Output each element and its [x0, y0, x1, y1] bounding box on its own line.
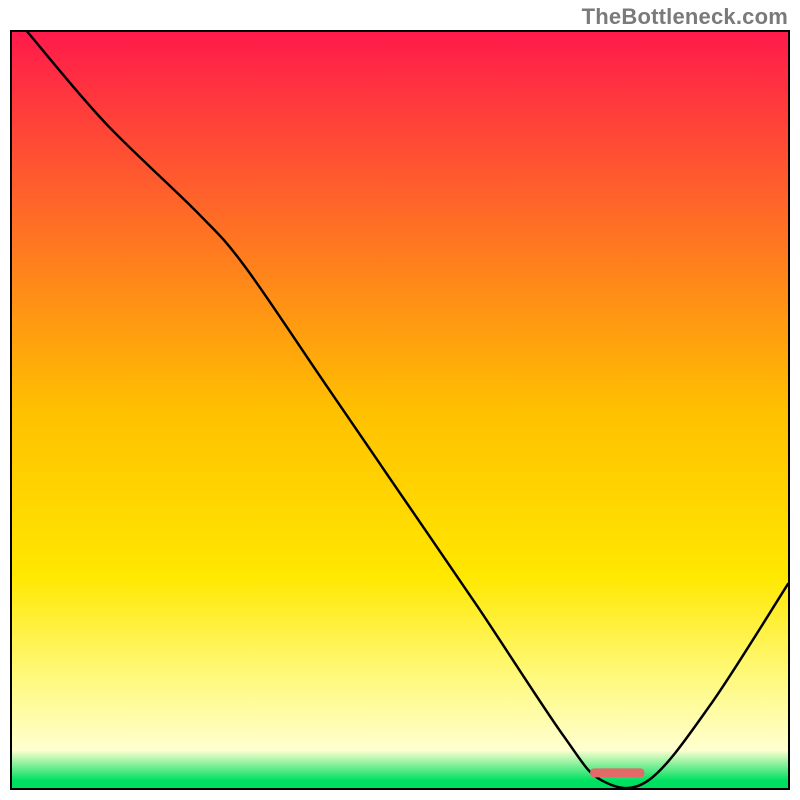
chart-svg	[12, 32, 788, 788]
attribution-label: TheBottleneck.com	[582, 4, 788, 30]
chart-marker	[590, 768, 644, 777]
plot-area	[10, 30, 790, 790]
